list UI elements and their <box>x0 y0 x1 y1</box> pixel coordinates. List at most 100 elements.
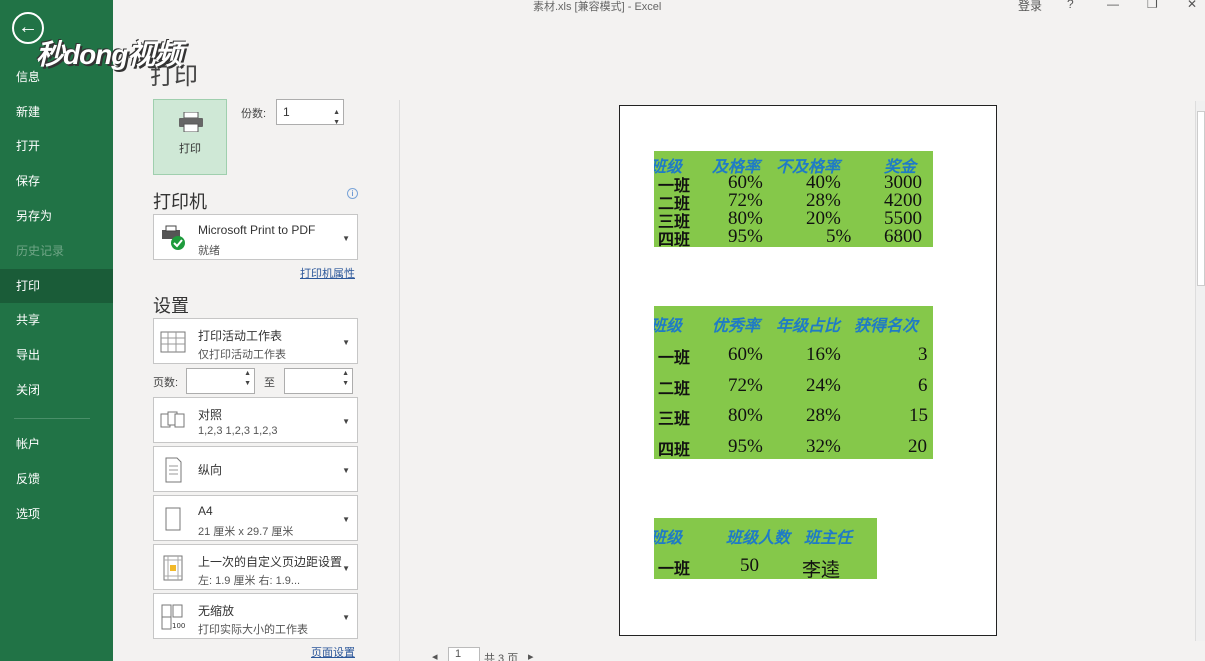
spin-down-icon[interactable]: ▼ <box>333 111 340 135</box>
table-cell: 20 <box>908 436 927 457</box>
login-link[interactable]: 登录 <box>1018 0 1042 14</box>
margins-label: 上一次的自定义页边距设置 <box>198 555 343 569</box>
nav-item-save[interactable]: 保存 <box>0 164 113 198</box>
collate-select[interactable]: 对照 1,2,3 1,2,3 1,2,3 ▼ <box>153 397 358 443</box>
table-cell: 一班 <box>658 348 691 367</box>
preview-table-class-size: 班级 班级人数 班主任 一班 50 李逵 <box>654 518 877 579</box>
paper-icon <box>165 507 181 531</box>
chevron-down-icon: ▼ <box>342 417 350 426</box>
table-cell: 三班 <box>658 409 691 428</box>
restore-icon[interactable]: ❐ <box>1147 0 1158 11</box>
collate-icon <box>160 411 185 428</box>
next-page-icon[interactable]: ▸ <box>528 650 534 661</box>
print-scope-select[interactable]: 打印活动工作表 仅打印活动工作表 ▼ <box>153 318 358 364</box>
table-cell: 60% <box>728 344 763 365</box>
orientation-select[interactable]: 纵向 ▼ <box>153 446 358 492</box>
table-header-cell: 班主任 <box>804 528 853 547</box>
table-cell: 5% <box>826 226 852 247</box>
print-button-label: 打印 <box>179 143 201 155</box>
copies-stepper[interactable]: 1 ▲ ▼ <box>276 99 344 126</box>
table-cell: 6 <box>918 375 928 396</box>
scaling-desc: 打印实际大小的工作表 <box>198 624 308 636</box>
pane-divider <box>399 100 400 661</box>
print-button[interactable]: 打印 <box>153 99 227 175</box>
scrollbar-thumb[interactable] <box>1197 111 1205 286</box>
table-cell: 80% <box>728 405 763 426</box>
nav-item-new[interactable]: 新建 <box>0 95 113 129</box>
pages-to-input[interactable]: ▲ ▼ <box>284 368 353 394</box>
minimize-icon[interactable]: — <box>1107 0 1119 11</box>
paper-size-select[interactable]: A4 21 厘米 x 29.7 厘米 ▼ <box>153 495 358 541</box>
paper-size-desc: 21 厘米 x 29.7 厘米 <box>198 526 294 538</box>
page-setup-link[interactable]: 页面设置 <box>311 644 355 660</box>
print-scope-label: 打印活动工作表 <box>198 329 283 343</box>
margins-icon <box>163 555 183 581</box>
nav-item-account[interactable]: 帐户 <box>0 427 113 461</box>
nav-divider <box>14 418 90 419</box>
table-cell: 四班 <box>658 440 691 459</box>
table-row: 三班 80% 20% 5500 <box>654 208 933 231</box>
table-row: 四班 95% 5% 6800 <box>654 226 933 247</box>
info-icon[interactable]: i <box>347 188 358 199</box>
chevron-down-icon: ▼ <box>342 338 350 347</box>
sheet-grid-icon <box>160 331 186 353</box>
backstage-nav: ← 秒dong视频 信息 新建 打开 保存 另存为 历史记录 打印 共享 导出 … <box>0 0 182 661</box>
printer-properties-link[interactable]: 打印机属性 <box>300 265 355 281</box>
spin-up-icon[interactable]: ▲ <box>244 370 251 377</box>
table-header-cell: 年级占比 <box>776 316 841 335</box>
table-header-row: 班级 优秀率 年级占比 获得名次 <box>654 312 933 335</box>
table-header-cell: 班级 <box>654 528 683 547</box>
close-icon[interactable]: ✕ <box>1187 0 1197 11</box>
preview-scrollbar[interactable] <box>1195 101 1205 641</box>
margins-desc: 左: 1.9 厘米 右: 1.9... <box>198 575 301 587</box>
scaling-select[interactable]: 100 无缩放 打印实际大小的工作表 ▼ <box>153 593 358 639</box>
paper-size-label: A4 <box>198 504 213 518</box>
pages-from-input[interactable]: ▲ ▼ <box>186 368 255 394</box>
table-cell: 24% <box>806 375 841 396</box>
preview-table-excellence-rate: 班级 优秀率 年级占比 获得名次 一班 60% 16% 3 二班 72% 24%… <box>654 306 933 459</box>
spin-down-icon[interactable]: ▼ <box>244 380 251 387</box>
scaling-label: 无缩放 <box>198 604 235 618</box>
print-scope-desc: 仅打印活动工作表 <box>198 349 286 361</box>
nav-item-export[interactable]: 导出 <box>0 338 113 372</box>
nav-item-share[interactable]: 共享 <box>0 303 113 337</box>
scaling-icon: 100 <box>161 604 185 630</box>
printer-name: Microsoft Print to PDF <box>198 223 316 237</box>
preview-table-pass-rate: 班级 及格率 不及格率 奖金 一班 60% 40% 3000 二班 72% 28… <box>654 151 933 247</box>
collate-desc: 1,2,3 1,2,3 1,2,3 <box>198 425 278 437</box>
printer-ready-icon <box>162 225 185 250</box>
chevron-down-icon: ▼ <box>342 564 350 573</box>
table-cell: 95% <box>728 226 763 247</box>
nav-item-save-as[interactable]: 另存为 <box>0 199 113 233</box>
printer-select[interactable]: Microsoft Print to PDF 就绪 ▼ <box>153 214 358 260</box>
chevron-down-icon: ▼ <box>342 613 350 622</box>
orientation-label: 纵向 <box>198 463 223 477</box>
collate-label: 对照 <box>198 408 223 422</box>
pages-to-label: 至 <box>264 377 275 389</box>
prev-page-icon[interactable]: ◂ <box>432 650 438 661</box>
pages-label: 页数: <box>153 377 179 389</box>
nav-item-feedback[interactable]: 反馈 <box>0 462 113 496</box>
table-header-cell: 优秀率 <box>712 316 761 335</box>
table-cell: 一班 <box>658 559 691 578</box>
table-cell: 3 <box>918 344 928 365</box>
table-header-cell: 班级 <box>654 316 683 335</box>
nav-item-print[interactable]: 打印 <box>0 269 113 303</box>
table-row: 二班 72% 24% 6 <box>654 375 933 398</box>
spin-down-icon[interactable]: ▼ <box>342 380 349 387</box>
table-cell: 四班 <box>658 230 691 247</box>
printer-section-title: 打印机 <box>153 192 207 212</box>
nav-item-close[interactable]: 关闭 <box>0 373 113 407</box>
nav-item-options[interactable]: 选项 <box>0 497 113 531</box>
portrait-page-icon <box>165 457 182 483</box>
current-page-input[interactable]: 1 <box>448 647 480 661</box>
table-cell: 李逵 <box>802 560 841 579</box>
table-cell: 二班 <box>658 379 691 398</box>
total-pages-label: 共 3 页 <box>484 653 519 661</box>
margins-select[interactable]: 上一次的自定义页边距设置 左: 1.9 厘米 右: 1.9... ▼ <box>153 544 358 590</box>
table-row: 四班 95% 32% 20 <box>654 436 933 459</box>
help-icon[interactable]: ? <box>1067 0 1074 11</box>
spin-up-icon[interactable]: ▲ <box>342 370 349 377</box>
nav-item-open[interactable]: 打开 <box>0 129 113 163</box>
title-bar: 素材.xls [兼容模式] - Excel 登录 ? — ❐ ✕ <box>113 0 1205 14</box>
